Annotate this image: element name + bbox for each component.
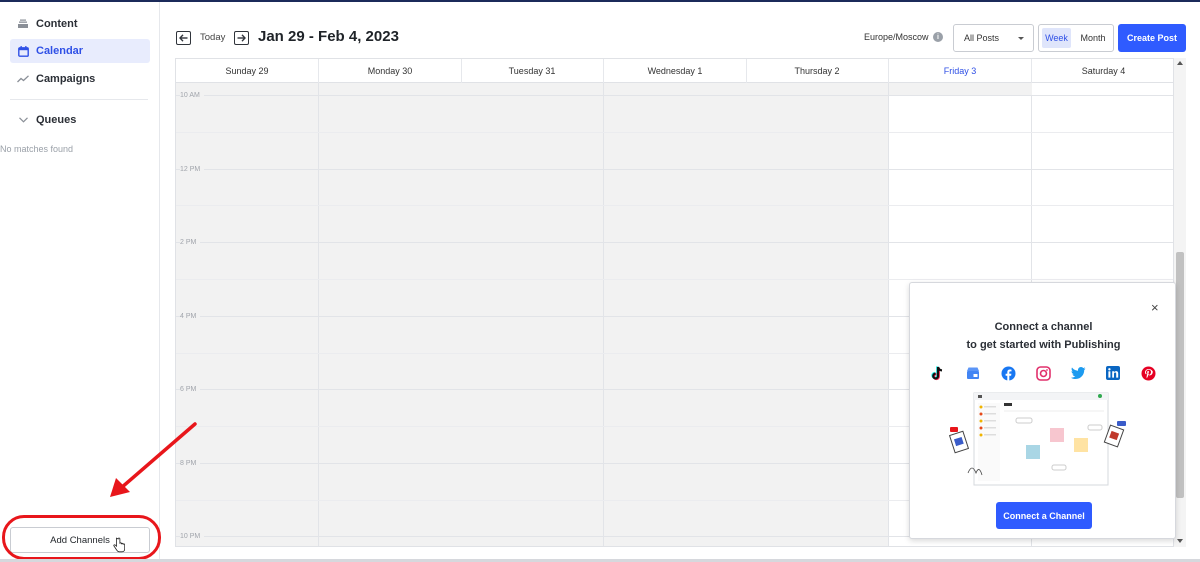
time-label: 10 PM	[180, 533, 205, 540]
past-time-block	[889, 83, 1032, 95]
hour-line	[176, 169, 1173, 170]
day-column-monday[interactable]	[319, 83, 462, 546]
arrow-left-icon	[179, 34, 188, 42]
scroll-up-icon[interactable]	[1177, 61, 1183, 65]
hour-line	[176, 242, 1173, 243]
caret-down-icon	[1018, 37, 1024, 40]
day-header-wednesday: Wednesday 1	[604, 59, 747, 83]
connect-channel-button[interactable]: Connect a Channel	[996, 502, 1092, 529]
half-hour-line	[176, 132, 1173, 133]
half-hour-line	[176, 205, 1173, 206]
calendar-icon	[16, 44, 30, 58]
hour-line	[176, 95, 1173, 96]
date-range-title: Jan 29 - Feb 4, 2023	[258, 28, 399, 45]
day-column-tuesday[interactable]	[461, 83, 604, 546]
sidebar-item-campaigns[interactable]: Campaigns	[10, 67, 150, 91]
today-button[interactable]: Today	[200, 32, 225, 43]
half-hour-line	[176, 279, 1173, 280]
close-icon[interactable]: ×	[1151, 300, 1159, 315]
info-icon[interactable]: i	[933, 32, 943, 42]
week-view-button[interactable]: Week	[1042, 28, 1071, 48]
timezone-label: Europe/Moscow	[864, 32, 929, 42]
posts-filter-value: All Posts	[964, 33, 1000, 43]
day-headers: Sunday 29 Monday 30 Tuesday 31 Wednesday…	[176, 59, 1173, 83]
sidebar-divider	[10, 99, 148, 100]
next-week-button[interactable]	[234, 31, 249, 45]
scroll-down-icon[interactable]	[1177, 539, 1183, 543]
calendar-header: Today Jan 29 - Feb 4, 2023 Europe/Moscow…	[160, 2, 1200, 58]
popup-title: Connect a channel	[994, 321, 1093, 333]
time-label: 10 AM	[180, 92, 204, 99]
add-channels-button[interactable]: Add Channels	[10, 527, 150, 553]
queues-label: Queues	[36, 114, 77, 126]
instagram-icon[interactable]	[1034, 364, 1052, 382]
month-view-button[interactable]: Month	[1075, 28, 1111, 48]
posts-filter-select[interactable]: All Posts	[953, 24, 1034, 52]
day-header-tuesday: Tuesday 31	[461, 59, 604, 83]
annotation-arrow-icon	[110, 422, 197, 497]
scrollbar-thumb[interactable]	[1176, 252, 1184, 498]
sidebar-item-label: Campaigns	[36, 73, 96, 85]
no-matches-text: No matches found	[0, 144, 74, 154]
tiktok-icon[interactable]	[929, 364, 947, 382]
linkedin-icon[interactable]	[1104, 364, 1122, 382]
chevron-down-icon	[16, 113, 30, 127]
sidebar-item-content[interactable]: Content	[10, 12, 150, 36]
day-column-wednesday[interactable]	[604, 83, 747, 546]
publishing-illustration	[948, 392, 1126, 486]
sidebar-item-label: Content	[36, 18, 78, 30]
day-header-thursday: Thursday 2	[746, 59, 889, 83]
day-header-saturday: Saturday 4	[1081, 66, 1126, 76]
time-label: 12 PM	[180, 166, 205, 173]
sidebar-item-calendar[interactable]: Calendar	[10, 39, 150, 63]
connect-channel-popup: × Connect a channel to get started with …	[909, 282, 1176, 539]
time-label: 4 PM	[180, 313, 201, 320]
time-label: 2 PM	[180, 239, 201, 246]
popup-subtitle: to get started with Publishing	[966, 339, 1121, 351]
day-header-friday: Friday 3	[889, 59, 1032, 83]
day-header-sunday: Sunday 29	[176, 59, 319, 83]
queues-toggle[interactable]: Queues	[10, 108, 150, 132]
sidebar-item-label: Calendar	[36, 45, 84, 57]
google-business-icon[interactable]	[964, 364, 982, 382]
facebook-icon[interactable]	[999, 364, 1017, 382]
view-toggle: Week Month	[1038, 24, 1114, 52]
pinterest-icon[interactable]	[1139, 364, 1157, 382]
hand-cursor-icon	[113, 537, 125, 553]
day-column-thursday[interactable]	[746, 83, 889, 546]
content-icon	[16, 17, 30, 31]
day-header-monday: Monday 30	[319, 59, 462, 83]
campaigns-icon	[16, 72, 30, 86]
twitter-icon[interactable]	[1069, 364, 1087, 382]
previous-week-button[interactable]	[176, 31, 191, 45]
arrow-right-icon	[237, 34, 246, 42]
time-label: 6 PM	[180, 386, 201, 393]
create-post-button[interactable]: Create Post	[1118, 24, 1186, 52]
